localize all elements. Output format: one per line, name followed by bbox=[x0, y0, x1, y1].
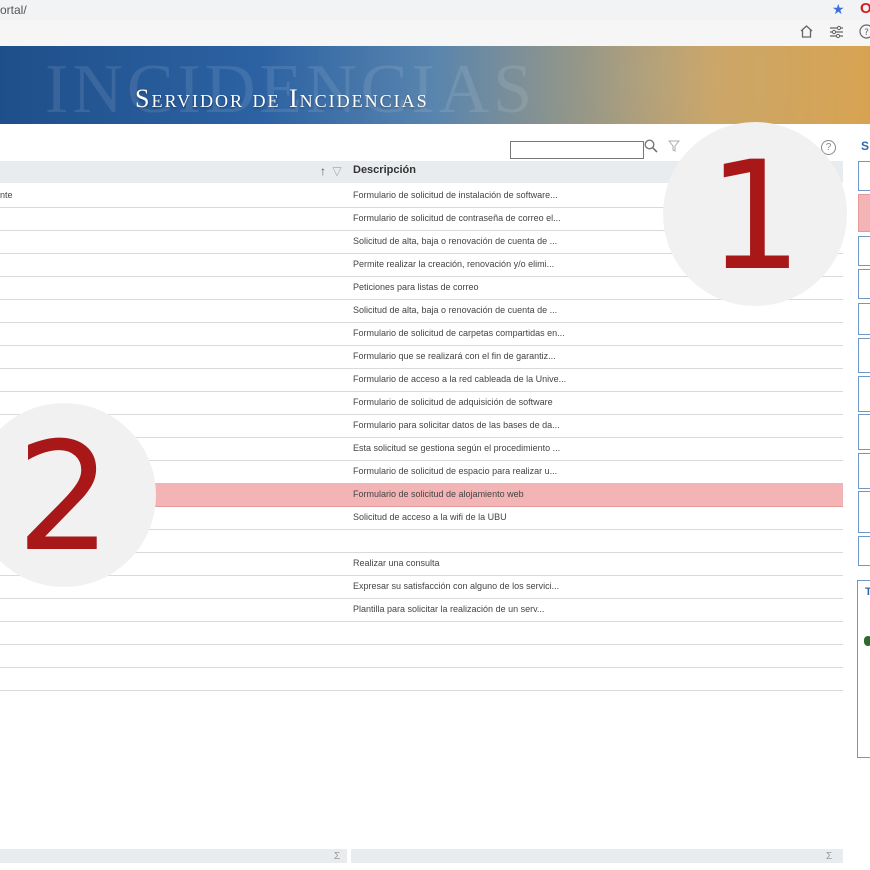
table-row[interactable]: Plantilla para solicitar la realización … bbox=[0, 598, 843, 622]
star-icon[interactable]: ★ bbox=[832, 1, 845, 18]
status-dot-icon bbox=[864, 636, 870, 646]
row-description-cell: Formulario de solicitud de adquisición d… bbox=[353, 397, 553, 407]
row-description-cell: Formulario de solicitud de instalación d… bbox=[353, 190, 558, 200]
footer-left bbox=[0, 849, 347, 863]
sigma-icon[interactable]: Σ bbox=[826, 851, 832, 862]
annotation-number-2: 2 bbox=[16, 411, 112, 585]
sliders-icon[interactable] bbox=[829, 24, 844, 43]
column-filter-icon[interactable]: ▽ bbox=[332, 164, 341, 178]
row-description-cell: Realizar una consulta bbox=[353, 558, 440, 568]
url-text[interactable]: ortal/ bbox=[0, 3, 27, 17]
right-info-panel-title: T bbox=[865, 586, 870, 598]
annotation-number-1: 1 bbox=[707, 130, 803, 304]
table-row[interactable] bbox=[0, 621, 843, 645]
row-name-cell: nte bbox=[0, 190, 13, 200]
search-input[interactable] bbox=[510, 141, 644, 159]
sort-indicator[interactable]: ↑ ▽ bbox=[320, 164, 342, 178]
table-row[interactable] bbox=[0, 667, 843, 691]
sort-arrow-icon[interactable]: ↑ bbox=[320, 164, 326, 178]
right-panel-item[interactable] bbox=[858, 269, 870, 299]
browser-toolbar bbox=[0, 20, 870, 47]
row-description-cell: Formulario de solicitud de contraseña de… bbox=[353, 213, 561, 223]
right-panel-item[interactable] bbox=[858, 453, 870, 489]
right-panel-item[interactable] bbox=[858, 338, 870, 373]
table-row[interactable] bbox=[0, 644, 843, 668]
right-panel-header: S bbox=[861, 139, 870, 153]
right-panel-item[interactable] bbox=[858, 491, 870, 533]
row-description-cell: Permite realizar la creación, renovación… bbox=[353, 259, 555, 269]
row-description-cell: Plantilla para solicitar la realización … bbox=[353, 604, 545, 614]
right-panel-item[interactable] bbox=[858, 376, 870, 412]
table-row[interactable]: Formulario que se realizará con el fin d… bbox=[0, 345, 843, 369]
right-panel-item[interactable] bbox=[858, 161, 870, 191]
footer-right bbox=[351, 849, 843, 863]
table-row[interactable]: Formulario de acceso a la red cableada d… bbox=[0, 368, 843, 392]
right-panel-item[interactable] bbox=[858, 303, 870, 335]
right-panel-item-selected[interactable] bbox=[858, 194, 870, 232]
banner-title: Servidor de Incidencias bbox=[135, 84, 429, 113]
address-bar[interactable] bbox=[0, 0, 870, 21]
row-description-cell: Formulario de acceso a la red cableada d… bbox=[353, 374, 567, 384]
opera-icon[interactable]: O bbox=[860, 0, 870, 17]
row-description-cell: Formulario de solicitud de alojamiento w… bbox=[353, 489, 524, 499]
right-panel-item[interactable] bbox=[858, 236, 870, 266]
table-row[interactable]: Formulario de solicitud de carpetas comp… bbox=[0, 322, 843, 346]
row-description-cell: Esta solicitud se gestiona según el proc… bbox=[353, 443, 561, 453]
row-description-cell: Formulario que se realizará con el fin d… bbox=[353, 351, 556, 361]
home-icon[interactable] bbox=[799, 24, 814, 43]
column-header-descripcion[interactable]: Descripción bbox=[353, 164, 416, 176]
browser-help-icon[interactable]: ? bbox=[859, 24, 870, 43]
row-description-cell: Formulario de solicitud de espacio para … bbox=[353, 466, 558, 476]
row-description-cell: Peticiones para listas de correo bbox=[353, 282, 479, 292]
row-description-cell: Solicitud de alta, baja o renovación de … bbox=[353, 236, 558, 246]
right-panel-item[interactable] bbox=[858, 536, 870, 566]
right-info-panel bbox=[857, 580, 870, 758]
right-panel-item[interactable] bbox=[858, 414, 870, 450]
row-description-cell: Formulario de solicitud de carpetas comp… bbox=[353, 328, 565, 338]
row-description-cell: Expresar su satisfacción con alguno de l… bbox=[353, 581, 560, 591]
sigma-icon[interactable]: Σ bbox=[334, 851, 340, 862]
row-description-cell: Formulario para solicitar datos de las b… bbox=[353, 420, 560, 430]
magnifier-icon[interactable] bbox=[644, 139, 658, 156]
svg-text:?: ? bbox=[864, 28, 869, 38]
row-description-cell: Solicitud de acceso a la wifi de la UBU bbox=[353, 512, 507, 522]
row-description-cell: Solicitud de alta, baja o renovación de … bbox=[353, 305, 558, 315]
